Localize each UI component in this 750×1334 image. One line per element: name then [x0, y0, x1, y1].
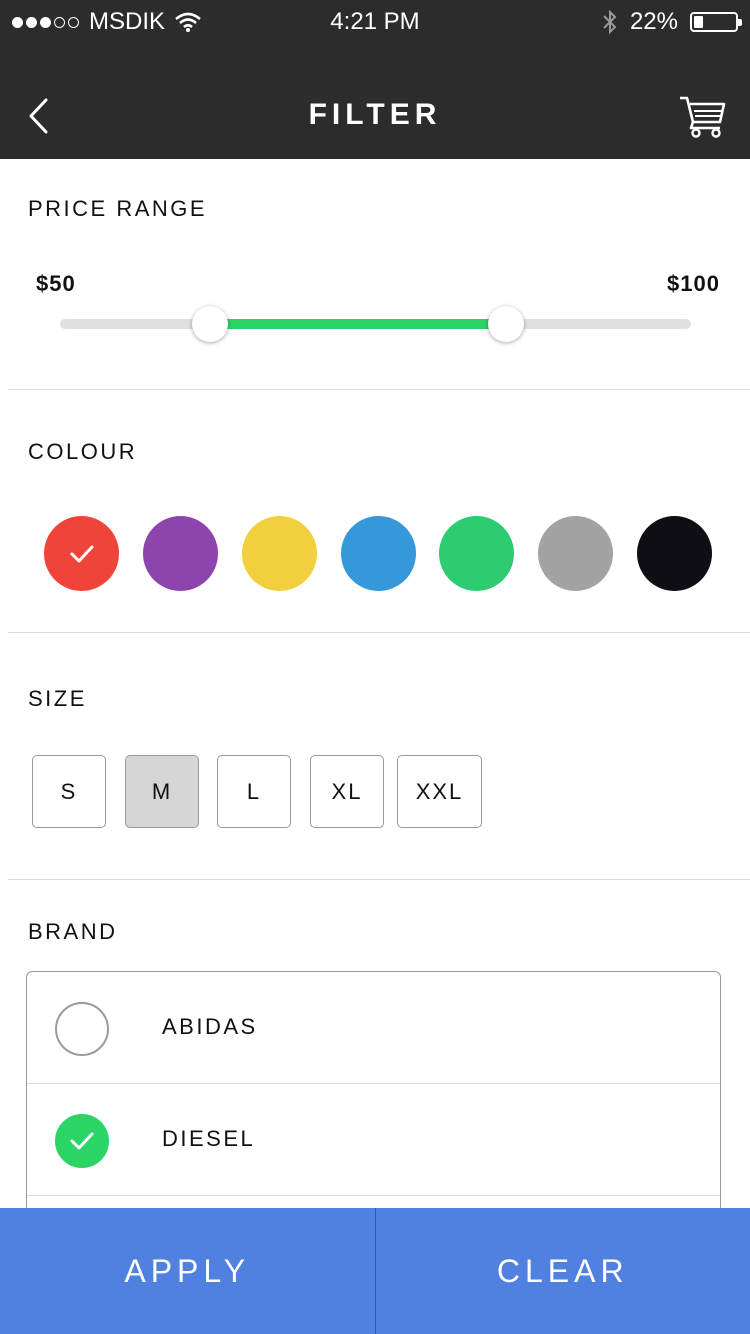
divider — [8, 879, 750, 880]
brand-title: BRAND — [28, 919, 118, 944]
price-range-title: PRICE RANGE — [28, 196, 208, 221]
colour-swatch-blue[interactable] — [341, 516, 416, 591]
size-option-m[interactable]: M — [125, 755, 199, 828]
size-option-l[interactable]: L — [217, 755, 291, 828]
size-option-xl[interactable]: XL — [310, 755, 384, 828]
divider — [8, 632, 750, 633]
price-slider-range — [210, 319, 506, 329]
top-bar: MSDIK 4:21 PM 22% FILTER — [0, 0, 750, 159]
size-label: XL — [331, 778, 363, 804]
radio-button[interactable] — [55, 1114, 109, 1168]
colour-swatch-purple[interactable] — [143, 516, 218, 591]
battery-percent: 22% — [629, 8, 678, 35]
cart-icon — [680, 96, 726, 138]
colour-swatch-grey[interactable] — [538, 516, 613, 591]
check-icon — [70, 545, 93, 562]
size-label: L — [246, 778, 262, 804]
status-bar: MSDIK 4:21 PM 22% — [0, 0, 750, 44]
status-right: 22% — [602, 8, 742, 36]
colour-swatch-black[interactable] — [637, 516, 712, 591]
colour-title: COLOUR — [28, 439, 138, 464]
price-max-label: $100 — [667, 271, 720, 296]
price-min-handle[interactable] — [192, 306, 228, 342]
cart-button[interactable] — [678, 94, 728, 138]
size-title: SIZE — [28, 686, 87, 711]
divider — [8, 389, 750, 390]
colour-swatch-green[interactable] — [439, 516, 514, 591]
battery-icon — [690, 12, 742, 32]
size-option-xxl[interactable]: XXL — [397, 755, 482, 828]
size-label: XXL — [415, 778, 464, 804]
page-title: FILTER — [308, 98, 442, 131]
brand-item-diesel[interactable]: DIESEL — [27, 1084, 720, 1196]
colour-swatch-yellow[interactable] — [242, 516, 317, 591]
colour-swatch-red[interactable] — [44, 516, 119, 591]
brand-list: ABIDAS DIESEL — [26, 971, 721, 1231]
brand-label: DIESEL — [162, 1126, 256, 1151]
price-max-handle[interactable] — [488, 306, 524, 342]
size-label: S — [60, 778, 78, 804]
clear-button[interactable]: CLEAR — [374, 1208, 750, 1334]
price-min-label: $50 — [36, 271, 76, 296]
size-option-s[interactable]: S — [32, 755, 106, 828]
check-icon — [70, 1132, 94, 1150]
brand-item-abidas[interactable]: ABIDAS — [27, 972, 720, 1084]
bluetooth-icon — [603, 9, 617, 35]
action-bar: APPLY CLEAR — [0, 1208, 750, 1334]
radio-button[interactable] — [55, 1002, 109, 1056]
size-label: M — [151, 778, 173, 804]
apply-button[interactable]: APPLY — [0, 1208, 375, 1334]
brand-label: ABIDAS — [162, 1014, 258, 1039]
